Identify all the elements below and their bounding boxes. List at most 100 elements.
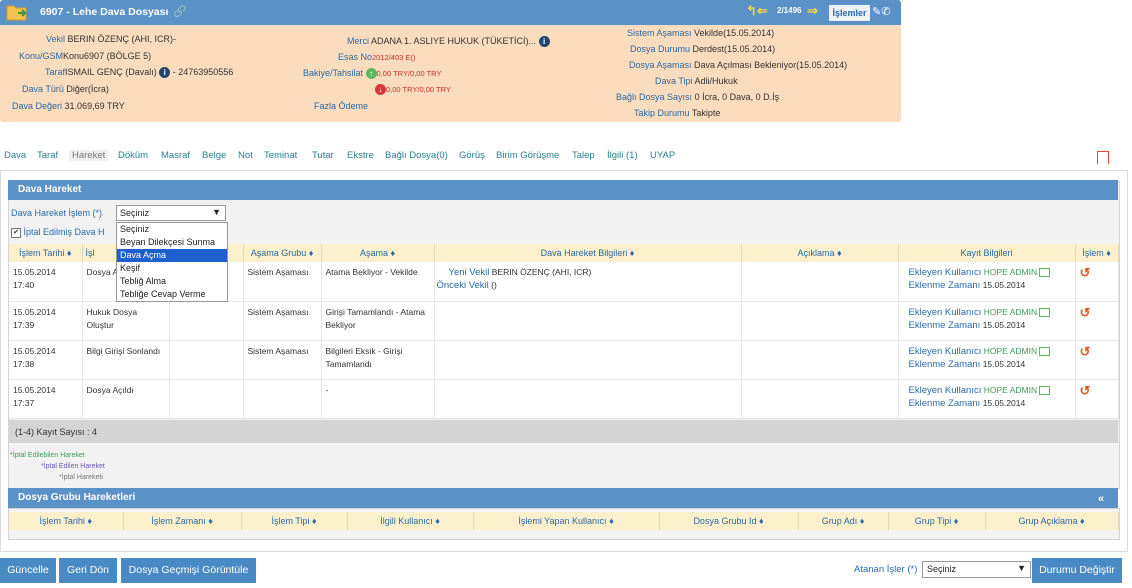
islem-select-value: Seçiniz (120, 208, 150, 218)
eklenme-label: Eklenme Zamanı (908, 280, 981, 291)
tab-uyap[interactable]: UYAP (650, 150, 675, 161)
undo-icon[interactable]: ↺ (1080, 383, 1091, 398)
ekleyen-value[interactable]: HOPE ADMIN (984, 346, 1037, 356)
mail-icon[interactable] (1039, 307, 1051, 317)
vekil-value: BERIN ÖZENÇ (AHI, ICR)- (67, 34, 177, 44)
row-time: 17:39 (13, 319, 35, 330)
col-islem-zamani[interactable]: İşlem Zamanı ♦ (123, 512, 242, 530)
row-asama: Girişi Tamamlandı - Atama Bekliyor (321, 301, 435, 341)
takip-label: Takip Durumu (634, 108, 690, 118)
next-arrow-icon[interactable]: ⇒ (807, 3, 818, 19)
dropdown-option[interactable]: Seçiniz (117, 223, 227, 236)
esas-label: Esas No (338, 52, 373, 62)
tab-hareket[interactable]: Hareket (69, 150, 109, 161)
tab-dava[interactable]: Dava (4, 150, 26, 161)
dropdown-option[interactable]: Keşif (117, 262, 227, 275)
atanan-isler-label: Atanan İşler (*) (854, 564, 918, 575)
col-dosya-grubu-id[interactable]: Dosya Grubu Id ♦ (659, 512, 799, 530)
row-asama: Atama Bekliyor - Vekilde (321, 262, 435, 302)
dava-turu-row: Dava Türü Diğer(İcra) (22, 84, 109, 94)
tab-teminat[interactable]: Teminat (264, 150, 297, 161)
mail-icon[interactable] (1039, 268, 1051, 278)
atanan-isler-select[interactable]: Seçiniz ▼ (922, 561, 1031, 578)
edit-icon[interactable]: ✎ (872, 6, 881, 18)
col-islem-tarihi[interactable]: İşlem Tarihi ♦ (9, 512, 124, 530)
tab-bagli-dosya[interactable]: Bağlı Dosya(0) (385, 150, 448, 161)
col-ilgili-kullanici[interactable]: İlgili Kullanıcı ♦ (347, 512, 474, 530)
fazla-odeme-label: Fazla Ödeme (314, 101, 369, 111)
mail-icon[interactable] (1039, 385, 1051, 395)
col-asama[interactable]: Aşama ♦ (321, 244, 435, 262)
dropdown-option[interactable]: Tebliğ Alma (117, 275, 227, 288)
col-grup-aciklama[interactable]: Grup Açıklama ♦ (985, 512, 1119, 530)
durum-value: Derdest(15.05.2014) (692, 44, 776, 54)
bookmark-icon[interactable] (1097, 151, 1109, 164)
ekleyen-value[interactable]: HOPE ADMIN (984, 385, 1037, 395)
dropdown-option[interactable]: Beyan Dilekçesi Sunma (117, 236, 227, 249)
col-grup-tipi[interactable]: Grup Tipi ♦ (888, 512, 986, 530)
tab-not[interactable]: Not (238, 150, 253, 161)
islem-select[interactable]: Seçiniz ▼ (116, 205, 226, 221)
info-icon[interactable]: i (159, 67, 171, 79)
bakiye-down-row: ↓ 0,00 TRY/0,00 TRY (375, 84, 451, 96)
iptal-checkbox[interactable]: ✔ (11, 227, 21, 238)
undo-icon[interactable]: ↺ (1080, 305, 1091, 320)
col-dava-hareket-bilgileri[interactable]: Dava Hareket Bilgileri ♦ (434, 244, 742, 262)
navigation-arrows[interactable]: ↰⇐ (746, 3, 768, 19)
tab-taraf[interactable]: Taraf (37, 150, 58, 161)
ekleyen-value[interactable]: HOPE ADMIN (984, 267, 1037, 277)
row-asama-grubu: Sistem Aşaması (243, 340, 322, 380)
islem-dropdown-list: Seçiniz Beyan Dilekçesi Sunma Dava Açma … (116, 222, 228, 302)
undo-icon[interactable]: ↺ (1080, 265, 1091, 280)
tab-birim-gorusme[interactable]: Birim Görüşme (496, 150, 559, 161)
merci-row: Merci ADANA 1. ASLIYE HUKUK (TÜKETİCİ)..… (347, 36, 550, 48)
phone-icon[interactable]: ✆ (881, 6, 890, 18)
asama-value: Dava Açılması Bekleniyor(15.05.2014) (694, 60, 848, 70)
tab-talep[interactable]: Talep (572, 150, 595, 161)
tab-gorus[interactable]: Görüş (459, 150, 485, 161)
col-islem-tarihi[interactable]: İşlem Tarihi ♦ (9, 244, 83, 262)
tab-tutar[interactable]: Tutar (312, 150, 334, 161)
islemler-button[interactable]: İşlemler (829, 5, 870, 21)
durumu-degistir-button[interactable]: Durumu Değiştir (1032, 558, 1122, 583)
ekleyen-value[interactable]: HOPE ADMIN (984, 307, 1037, 317)
tab-ekstre[interactable]: Ekstre (347, 150, 374, 161)
info-icon[interactable]: i (538, 36, 550, 48)
prev-arrow-icon[interactable]: ⇐ (757, 3, 768, 18)
link-icon[interactable]: 🔗 (173, 5, 187, 18)
taraf-row: TarafISMAIL GENÇ (Davalı) i - 2476395055… (45, 67, 233, 79)
table-row: 15.05.2014 17:37 Dosya Açıldı - Ekleyen K… (9, 379, 1119, 419)
tab-dokum[interactable]: Döküm (118, 150, 148, 161)
edit-phone-icons[interactable]: ✎✆ (872, 5, 890, 18)
mail-icon[interactable] (1039, 346, 1051, 356)
tab-ilgili[interactable]: İlgili (1) (607, 150, 638, 161)
col-grup-adi[interactable]: Grup Adı ♦ (798, 512, 889, 530)
bakiye-down-value: 0,00 TRY/0,00 TRY (386, 85, 451, 94)
dropdown-arrow-icon: ▼ (212, 207, 221, 217)
tab-belge[interactable]: Belge (202, 150, 226, 161)
col-aciklama[interactable]: Açıklama ♦ (741, 244, 899, 262)
dosya-gecmisi-button[interactable]: Dosya Geçmişi Görüntüle (121, 558, 256, 583)
tab-masraf[interactable]: Masraf (161, 150, 190, 161)
tipi-label: Dava Tipi (655, 76, 693, 86)
geri-don-button[interactable]: Geri Dön (59, 558, 117, 583)
guncelle-button[interactable]: Güncelle (0, 558, 56, 583)
legend-iptal-edilen: *İptal Edilen Hareket (41, 463, 105, 470)
col-asama-grubu[interactable]: Aşama Grubu ♦ (243, 244, 322, 262)
dosya-grubu-table: İşlem Tarihi ♦ İşlem Zamanı ♦ İşlem Tipi… (9, 512, 1119, 530)
row-time: 17:37 (13, 397, 35, 408)
dropdown-option-selected[interactable]: Dava Açma (117, 249, 227, 262)
bagli-value: 0 İcra, 0 Dava, 0 D.İş (694, 92, 780, 102)
dosya-grubu-header: Dosya Grubu Hareketleri (8, 488, 1118, 508)
asama-label: Dosya Aşaması (629, 60, 692, 70)
col-islem-action[interactable]: İşlem ♦ (1075, 244, 1119, 262)
dava-degeri-row: Dava Değeri 31.069,69 TRY (12, 101, 125, 111)
undo-icon[interactable]: ↺ (1080, 344, 1091, 359)
collapse-icon[interactable]: « (1098, 493, 1104, 505)
ekleyen-label: Ekleyen Kullanıcı (908, 306, 982, 318)
row-asama: - (321, 379, 435, 419)
col-islemi-yapan[interactable]: İşlemi Yapan Kullanıcı ♦ (473, 512, 660, 530)
first-arrow-icon[interactable]: ↰ (746, 3, 757, 18)
col-islem-tipi[interactable]: İşlem Tipi ♦ (241, 512, 348, 530)
dropdown-option[interactable]: Tebliğe Cevap Verme (117, 288, 227, 301)
